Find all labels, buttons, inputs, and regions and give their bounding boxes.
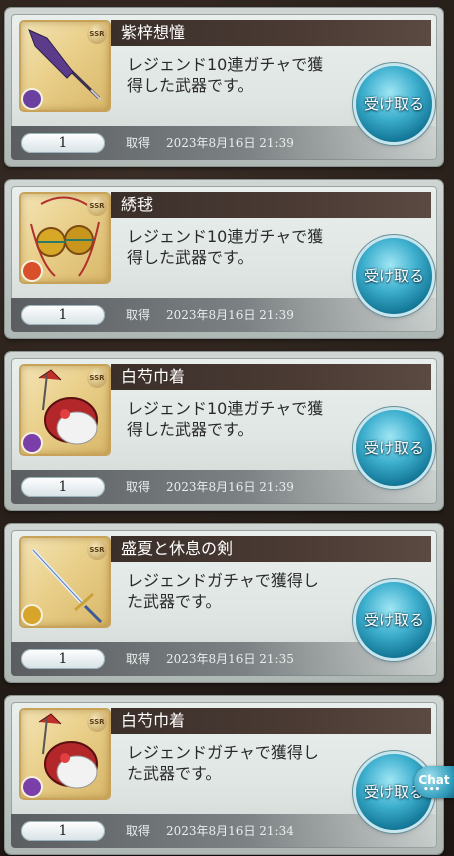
receive-button[interactable]: 受け取る bbox=[356, 582, 432, 658]
present-card: SSR 綉毬 レジェンド10連ガチャで獲 得した武器です。 1 取得 2023年… bbox=[5, 180, 443, 338]
item-description: レジェンド10連ガチャで獲 得した武器です。 bbox=[127, 54, 367, 96]
quantity-pill: 1 bbox=[21, 821, 105, 841]
receive-button[interactable]: 受け取る bbox=[356, 238, 432, 314]
element-icon bbox=[23, 434, 41, 452]
acquire-date: 2023年8月16日 21:35 bbox=[166, 652, 294, 666]
rarity-badge: SSR bbox=[87, 24, 107, 44]
item-name: 白芍巾着 bbox=[111, 364, 431, 390]
item-description: レジェンド10連ガチャで獲 得した武器です。 bbox=[127, 226, 367, 268]
element-icon bbox=[23, 90, 41, 108]
present-card-body: SSR 白芍巾着 レジェンドガチャで獲得し た武器です。 1 取得 2023年8… bbox=[11, 702, 437, 848]
acquire-date: 2023年8月16日 21:34 bbox=[166, 824, 294, 838]
element-icon bbox=[23, 262, 41, 280]
description-line: レジェンドガチャで獲得し bbox=[127, 571, 319, 590]
item-thumbnail[interactable]: SSR bbox=[21, 366, 109, 454]
item-name: 盛夏と休息の剣 bbox=[111, 536, 431, 562]
description-line: レジェンドガチャで獲得し bbox=[127, 743, 319, 762]
description-line: 得した武器です。 bbox=[127, 248, 254, 267]
acquire-date: 2023年8月16日 21:39 bbox=[166, 308, 294, 322]
acquire-label: 取得 bbox=[126, 652, 151, 666]
ellipsis-icon: ••• bbox=[423, 785, 441, 795]
item-thumbnail[interactable]: SSR bbox=[21, 710, 109, 798]
description-line: た武器です。 bbox=[127, 592, 222, 611]
acquire-date: 2023年8月16日 21:39 bbox=[166, 136, 294, 150]
present-card-body: SSR 盛夏と休息の剣 レジェンドガチャで獲得し た武器です。 1 取得 202… bbox=[11, 530, 437, 676]
present-card: SSR 盛夏と休息の剣 レジェンドガチャで獲得し た武器です。 1 取得 202… bbox=[5, 524, 443, 682]
quantity-pill: 1 bbox=[21, 133, 105, 153]
item-name: 綉毬 bbox=[111, 192, 431, 218]
present-card-body: SSR 白芍巾着 レジェンド10連ガチャで獲 得した武器です。 1 取得 202… bbox=[11, 358, 437, 504]
description-line: レジェンド10連ガチャで獲 bbox=[127, 55, 324, 74]
receive-button[interactable]: 受け取る bbox=[356, 66, 432, 142]
present-card: SSR 紫梓想憧 レジェンド10連ガチャで獲 得した武器です。 1 取得 202… bbox=[5, 8, 443, 166]
acquire-label: 取得 bbox=[126, 136, 151, 150]
rarity-badge: SSR bbox=[87, 712, 107, 732]
rarity-badge: SSR bbox=[87, 540, 107, 560]
quantity-pill: 1 bbox=[21, 649, 105, 669]
quantity-pill: 1 bbox=[21, 305, 105, 325]
quantity-pill: 1 bbox=[21, 477, 105, 497]
acquire-label: 取得 bbox=[126, 824, 151, 838]
rarity-badge: SSR bbox=[87, 196, 107, 216]
description-line: レジェンド10連ガチャで獲 bbox=[127, 227, 324, 246]
present-card-body: SSR 綉毬 レジェンド10連ガチャで獲 得した武器です。 1 取得 2023年… bbox=[11, 186, 437, 332]
element-icon bbox=[23, 778, 41, 796]
item-thumbnail[interactable]: SSR bbox=[21, 538, 109, 626]
acquire-label: 取得 bbox=[126, 480, 151, 494]
chat-button[interactable]: Chat ••• bbox=[414, 766, 454, 798]
item-description: レジェンドガチャで獲得し た武器です。 bbox=[127, 742, 367, 784]
item-name: 紫梓想憧 bbox=[111, 20, 431, 46]
item-thumbnail[interactable]: SSR bbox=[21, 22, 109, 110]
acquire-label: 取得 bbox=[126, 308, 151, 322]
present-card-body: SSR 紫梓想憧 レジェンド10連ガチャで獲 得した武器です。 1 取得 202… bbox=[11, 14, 437, 160]
description-line: 得した武器です。 bbox=[127, 76, 254, 95]
description-line: た武器です。 bbox=[127, 764, 222, 783]
description-line: 得した武器です。 bbox=[127, 420, 254, 439]
rarity-badge: SSR bbox=[87, 368, 107, 388]
present-card: SSR 白芍巾着 レジェンドガチャで獲得し た武器です。 1 取得 2023年8… bbox=[5, 696, 443, 854]
element-icon bbox=[23, 606, 41, 624]
item-description: レジェンドガチャで獲得し た武器です。 bbox=[127, 570, 367, 612]
acquire-date: 2023年8月16日 21:39 bbox=[166, 480, 294, 494]
item-name: 白芍巾着 bbox=[111, 708, 431, 734]
receive-button[interactable]: 受け取る bbox=[356, 410, 432, 486]
item-description: レジェンド10連ガチャで獲 得した武器です。 bbox=[127, 398, 367, 440]
description-line: レジェンド10連ガチャで獲 bbox=[127, 399, 324, 418]
item-thumbnail[interactable]: SSR bbox=[21, 194, 109, 282]
present-card: SSR 白芍巾着 レジェンド10連ガチャで獲 得した武器です。 1 取得 202… bbox=[5, 352, 443, 510]
